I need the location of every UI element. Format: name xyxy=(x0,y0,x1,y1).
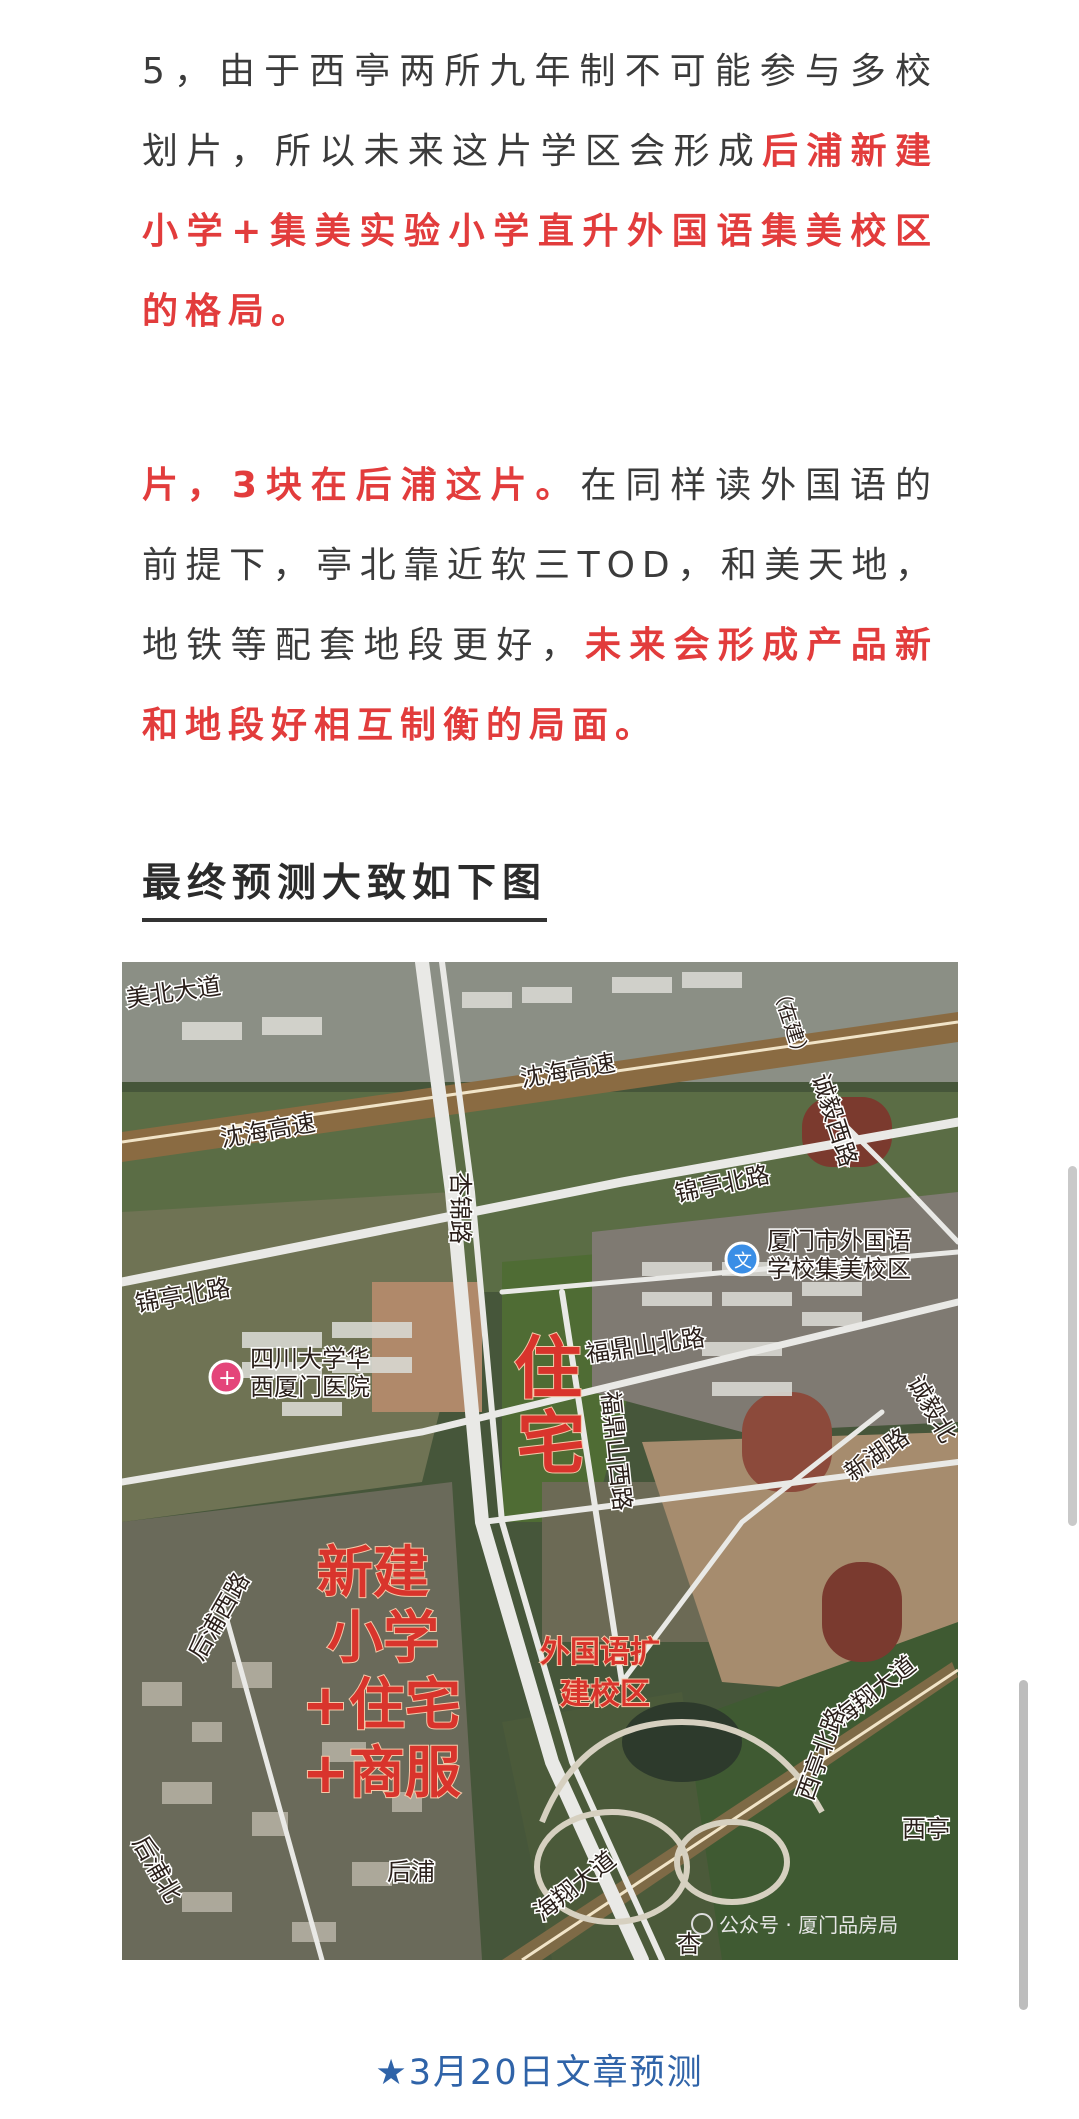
paragraph-2: 片，3块在后浦这片。在同样读外国语的前提下，亭北靠近软三TOD，和美天地，地铁等… xyxy=(142,446,938,766)
paragraph-1: 5，由于西亭两所九年制不可能参与多校划片，所以未来这片学区会形成后浦新建小学+集… xyxy=(142,32,938,352)
track-field xyxy=(822,1562,902,1662)
school-label-2: 学校集美校区 xyxy=(767,1255,911,1283)
scrollbar-thumb[interactable] xyxy=(1068,1166,1077,1526)
annotation-new-school-4: +商服 xyxy=(302,1741,461,1806)
annotation-expansion-1: 外国语扩 xyxy=(540,1635,660,1670)
school-pin[interactable]: 文 xyxy=(724,1241,760,1277)
annotation-zhuzhai-2: 宅 xyxy=(517,1405,585,1484)
road-xingjin: 杏锦路 xyxy=(446,1172,474,1244)
hospital-label-1: 四川大学华 xyxy=(250,1345,370,1373)
image-caption: ★3月20日文章预测 xyxy=(375,2053,704,2093)
para2-highlight-1: 片，3块在后浦这片。 xyxy=(142,465,581,506)
section-heading: 最终预测大致如下图 xyxy=(142,852,548,922)
svg-text:文: 文 xyxy=(734,1251,752,1272)
annotation-new-school-1: 新建 xyxy=(317,1541,429,1606)
annotation-expansion-2: 建校区 xyxy=(560,1677,650,1712)
watermark-text: 公众号 · 厦门品房局 xyxy=(719,1913,898,1937)
satellite-map: 美北大道 沈海高速 沈海高速 诚毅西路 （在建） 杏锦路 锦亭北路 锦亭北路 福… xyxy=(122,962,958,1960)
svg-text:+: + xyxy=(218,1366,236,1391)
watermark: 公众号 · 厦门品房局 xyxy=(691,1913,898,1937)
map-image[interactable]: 美北大道 沈海高速 沈海高速 诚毅西路 （在建） 杏锦路 锦亭北路 锦亭北路 福… xyxy=(122,962,958,1960)
road-bottom-partial: 杏 xyxy=(677,1930,701,1958)
scrollbar-thumb-secondary[interactable] xyxy=(1019,1680,1028,2010)
annotation-new-school-3: +住宅 xyxy=(302,1673,461,1738)
road-xiting: 西亭 xyxy=(902,1815,950,1843)
hospital-label-2: 西厦门医院 xyxy=(250,1373,370,1401)
hospital-pin[interactable]: + xyxy=(208,1359,244,1395)
poi-houpu: 后浦 xyxy=(387,1858,435,1886)
annotation-new-school-2: 小学 xyxy=(327,1606,439,1671)
school-label-1: 厦门市外国语 xyxy=(767,1227,911,1255)
annotation-zhuzhai-1: 住 xyxy=(514,1330,582,1409)
